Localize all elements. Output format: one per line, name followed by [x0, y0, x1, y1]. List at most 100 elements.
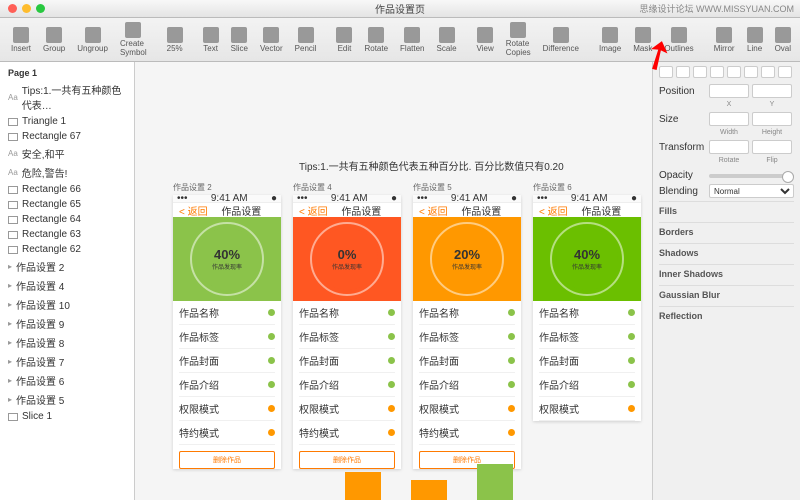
borders-section[interactable]: Borders: [659, 222, 794, 241]
toolbar-view[interactable]: View: [472, 27, 499, 53]
shadows-section[interactable]: Shadows: [659, 243, 794, 262]
blending-label: Blending: [659, 186, 709, 197]
toolbar-text[interactable]: Text: [198, 27, 224, 53]
page-header[interactable]: Page 1: [0, 66, 134, 80]
layer-item[interactable]: ▸作品设置 4: [0, 276, 134, 295]
toolbar-slice[interactable]: Slice: [226, 27, 253, 53]
line-icon: [747, 27, 763, 43]
layer-item[interactable]: ▸作品设置 6: [0, 371, 134, 390]
align-middle-icon[interactable]: [727, 66, 741, 78]
close-icon[interactable]: [8, 4, 17, 13]
layer-item[interactable]: ▸作品设置 7: [0, 352, 134, 371]
fills-section[interactable]: Fills: [659, 201, 794, 220]
flatten-icon: [404, 27, 420, 43]
layer-item[interactable]: Rectangle 62: [0, 242, 134, 257]
toolbar-outlines[interactable]: Outlines: [659, 27, 698, 53]
chart-bar: [345, 472, 381, 500]
align-right-icon[interactable]: [693, 66, 707, 78]
height-field[interactable]: [752, 112, 792, 126]
layer-item[interactable]: Triangle 1: [0, 114, 134, 129]
artboard-row: 特约模式: [419, 421, 515, 445]
toolbar-flatten[interactable]: Flatten: [395, 27, 429, 53]
artboard-row: 特约模式: [299, 421, 395, 445]
toolbar-mask[interactable]: Mask: [628, 27, 657, 53]
vector-icon: [263, 27, 279, 43]
reflection-section[interactable]: Reflection: [659, 306, 794, 325]
toolbar-line[interactable]: Line: [742, 27, 768, 53]
layer-item[interactable]: ▸作品设置 8: [0, 333, 134, 352]
artboard[interactable]: •••9:41 AM●< 返回作品设置40%作品发现率作品名称作品标签作品封面作…: [533, 195, 641, 421]
toolbar-mirror[interactable]: Mirror: [709, 27, 740, 53]
artboard[interactable]: •••9:41 AM●< 返回作品设置0%作品发现率作品名称作品标签作品封面作品…: [293, 195, 401, 469]
toolbar-insert[interactable]: Insert: [6, 27, 36, 53]
layer-item[interactable]: Rectangle 67: [0, 129, 134, 144]
artboard-row: 作品封面: [419, 349, 515, 373]
layer-item[interactable]: Aa安全,和平: [0, 144, 134, 163]
artboard-row: 作品封面: [539, 349, 635, 373]
distribute-h-icon[interactable]: [761, 66, 775, 78]
layer-item[interactable]: ▸作品设置 2: [0, 257, 134, 276]
toolbar-image[interactable]: Image: [594, 27, 626, 53]
layer-item[interactable]: Rectangle 63: [0, 227, 134, 242]
create symbol-icon: [125, 22, 141, 38]
artboard-row: 权限模式: [179, 397, 275, 421]
distribute-v-icon[interactable]: [778, 66, 792, 78]
toolbar-edit[interactable]: Edit: [331, 27, 357, 53]
layer-item[interactable]: Slice 1: [0, 409, 134, 424]
toolbar-ungroup[interactable]: Ungroup: [72, 27, 113, 53]
chart-bar: [477, 464, 513, 500]
layer-item[interactable]: Rectangle 65: [0, 197, 134, 212]
toolbar-rotate-copies[interactable]: Rotate Copies: [501, 22, 536, 57]
artboard-row: 作品封面: [179, 349, 275, 373]
align-center-icon[interactable]: [676, 66, 690, 78]
toolbar-oval[interactable]: Oval: [770, 27, 796, 53]
toolbar-pencil[interactable]: Pencil: [290, 27, 322, 53]
toolbar-difference[interactable]: Difference: [538, 27, 584, 53]
toolbar-scale[interactable]: Scale: [432, 27, 462, 53]
layer-item[interactable]: Rectangle 66: [0, 182, 134, 197]
layer-item[interactable]: ▸作品设置 5: [0, 390, 134, 409]
flip-field[interactable]: [752, 140, 792, 154]
opacity-slider[interactable]: [709, 174, 794, 178]
toolbar-group[interactable]: Group: [38, 27, 70, 53]
inner-shadows-section[interactable]: Inner Shadows: [659, 264, 794, 283]
artboard-row: 权限模式: [539, 397, 635, 421]
y-field[interactable]: [752, 84, 792, 98]
layers-panel: Page 1 AaTips:1.一共有五种颜色代表…Triangle 1Rect…: [0, 62, 135, 500]
layer-item[interactable]: ▸作品设置 9: [0, 314, 134, 333]
blur-section[interactable]: Gaussian Blur: [659, 285, 794, 304]
align-top-icon[interactable]: [710, 66, 724, 78]
rotate-field[interactable]: [709, 140, 749, 154]
chart-bar: [411, 480, 447, 500]
tips-text: Tips:1.一共有五种颜色代表五种百分比. 百分比数值只有0.20: [299, 158, 564, 173]
artboard[interactable]: •••9:41 AM●< 返回作品设置40%作品发现率作品名称作品标签作品封面作…: [173, 195, 281, 469]
toolbar-25%[interactable]: 25%: [162, 27, 188, 53]
zoom-icon[interactable]: [36, 4, 45, 13]
scale-icon: [439, 27, 455, 43]
back-button: < 返回: [539, 203, 568, 218]
blending-select[interactable]: Normal: [709, 184, 794, 198]
layer-item[interactable]: ▸作品设置 10: [0, 295, 134, 314]
oval-icon: [775, 27, 791, 43]
delete-button: 删除作品: [179, 451, 275, 469]
outlines-icon: [671, 27, 687, 43]
align-bottom-icon[interactable]: [744, 66, 758, 78]
toolbar-vector[interactable]: Vector: [255, 27, 288, 53]
artboard[interactable]: •••9:41 AM●< 返回作品设置20%作品发现率作品名称作品标签作品封面作…: [413, 195, 521, 469]
align-left-icon[interactable]: [659, 66, 673, 78]
layer-item[interactable]: Rectangle 64: [0, 212, 134, 227]
opacity-label: Opacity: [659, 170, 709, 181]
minimize-icon[interactable]: [22, 4, 31, 13]
toolbar-rotate[interactable]: Rotate: [359, 27, 393, 53]
canvas[interactable]: Tips:1.一共有五种颜色代表五种百分比. 百分比数值只有0.20 作品设置 …: [135, 62, 652, 500]
x-field[interactable]: [709, 84, 749, 98]
artboard-row: 作品标签: [179, 325, 275, 349]
group-icon: [46, 27, 62, 43]
layer-item[interactable]: AaTips:1.一共有五种颜色代表…: [0, 80, 134, 114]
layer-item[interactable]: Aa危险,警告!: [0, 163, 134, 182]
back-button: < 返回: [299, 203, 328, 218]
insert-icon: [13, 27, 29, 43]
position-label: Position: [659, 86, 709, 97]
width-field[interactable]: [709, 112, 749, 126]
toolbar-create-symbol[interactable]: Create Symbol: [115, 22, 152, 57]
